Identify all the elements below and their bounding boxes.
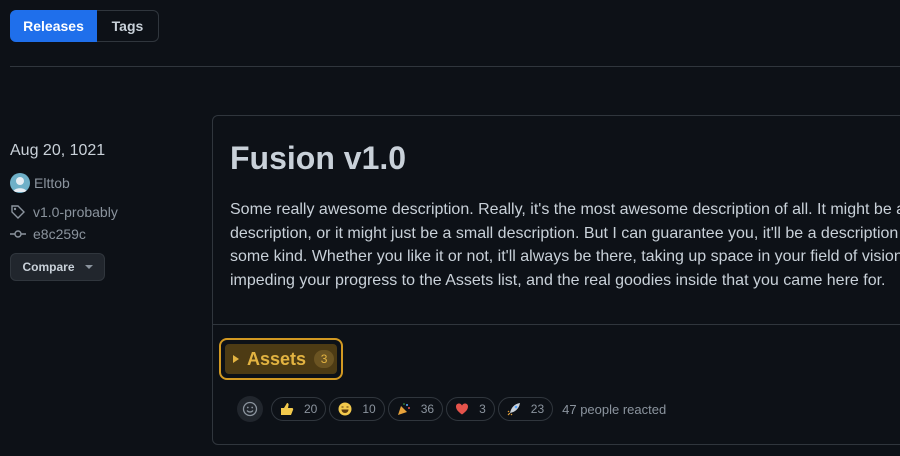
card-divider: [213, 324, 900, 325]
release-date: Aug 20, 1021: [10, 142, 106, 159]
laugh-icon: [338, 402, 352, 416]
release-card: Fusion v1.0 Some really awesome descript…: [212, 115, 900, 445]
assets-focus-ring: Assets 3: [219, 338, 343, 380]
release-tabs: Releases Tags: [10, 10, 159, 42]
chevron-down-icon: [84, 265, 93, 269]
tag-name: v1.0-probably: [33, 204, 118, 220]
party-popper-icon: [397, 403, 410, 415]
assets-toggle[interactable]: Assets 3: [225, 344, 337, 374]
reaction-count: 20: [304, 402, 318, 416]
assets-count-badge: 3: [314, 350, 335, 368]
reaction-count: 23: [530, 402, 545, 416]
add-reaction-button[interactable]: [237, 396, 263, 422]
rocket-icon: [507, 403, 520, 416]
avatar: [10, 173, 30, 193]
release-title[interactable]: Fusion v1.0: [230, 140, 406, 177]
compare-button[interactable]: Compare: [10, 253, 105, 281]
reaction-count: 36: [420, 402, 435, 416]
reaction-rocket[interactable]: 23: [497, 397, 554, 421]
reaction-laugh[interactable]: 10: [329, 397, 385, 421]
reaction-count: 3: [479, 402, 486, 416]
thumbs-up-icon: [281, 403, 294, 415]
reaction-thumbs-up[interactable]: 20: [271, 397, 327, 421]
divider: [10, 66, 900, 67]
tag-icon: [10, 204, 26, 220]
tag-link[interactable]: v1.0-probably: [10, 204, 118, 220]
commit-link[interactable]: e8c259c: [10, 226, 86, 242]
commit-icon: [10, 226, 26, 242]
reaction-heart[interactable]: 3: [446, 397, 495, 421]
release-description: Some really awesome description. Really,…: [230, 201, 900, 289]
commit-hash: e8c259c: [33, 226, 86, 242]
compare-label: Compare: [22, 260, 75, 274]
reactions-bar: 20 10 36 3 23 47 people reacted: [237, 396, 666, 422]
reaction-hooray[interactable]: 36: [387, 397, 444, 421]
assets-label: Assets: [247, 348, 307, 369]
author-name: Elttob: [34, 175, 70, 191]
reaction-count: 10: [362, 402, 376, 416]
smiley-icon: [242, 401, 258, 417]
tab-releases[interactable]: Releases: [10, 10, 97, 42]
disclosure-triangle-icon: [233, 355, 239, 363]
reactions-summary: 47 people reacted: [562, 401, 667, 417]
author-link[interactable]: Elttob: [10, 173, 70, 193]
tab-tags[interactable]: Tags: [97, 10, 159, 42]
heart-icon: [456, 403, 469, 415]
